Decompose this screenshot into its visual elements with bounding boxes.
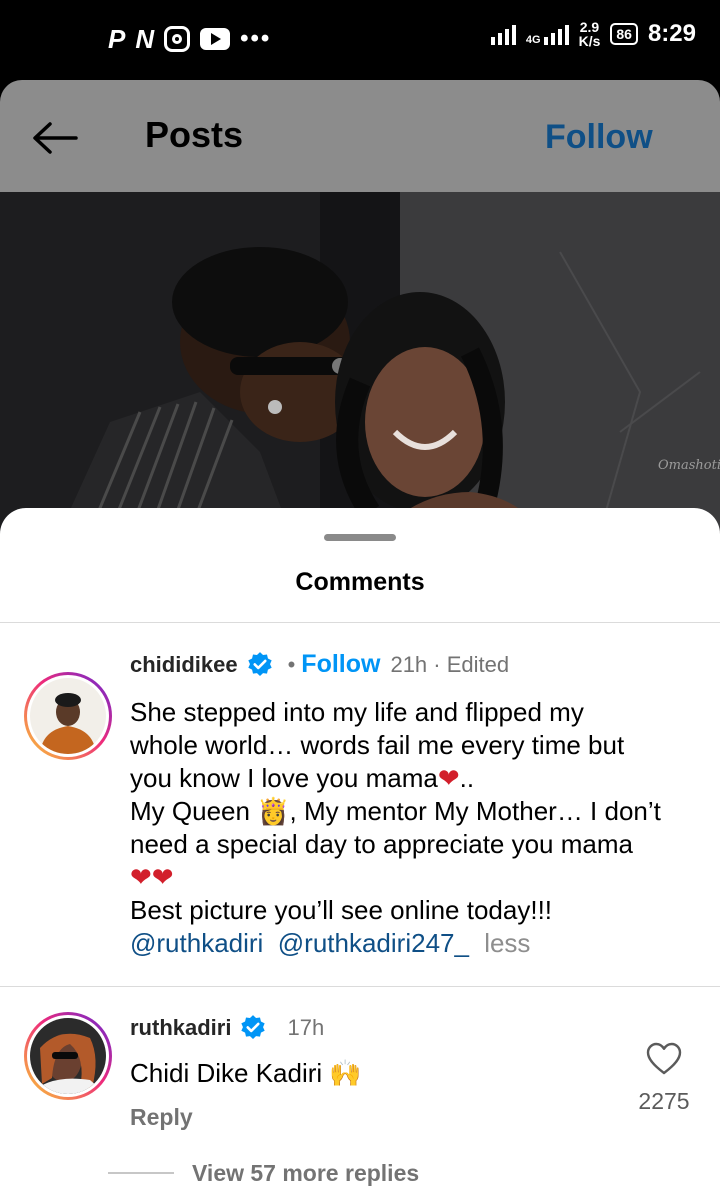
- comment-line-with-emoji: My Queen 👸, My mentor My Mother… I don’t: [130, 795, 700, 828]
- verified-badge-icon: [241, 1015, 266, 1039]
- comment-line-with-emoji: you know I love you mama❤..: [130, 762, 700, 795]
- comment-line: need a special day to appreciate you mam…: [130, 829, 633, 859]
- less-toggle[interactable]: less: [484, 928, 530, 958]
- mentions-line: @ruthkadiri @ruthkadiri247_ less: [130, 927, 700, 960]
- network-type: 4G: [525, 34, 541, 46]
- instagram-icon: [164, 26, 191, 52]
- app-header: Posts Follow: [0, 80, 720, 192]
- comment-line: She stepped into my life and flipped my: [130, 697, 584, 727]
- hearts-line: ❤❤: [130, 861, 700, 894]
- comments-sheet: Comments chididikee • Follow 21h · Edite…: [0, 508, 720, 1200]
- network-indicator: 4G: [525, 23, 569, 46]
- comment-line: whole world… words fail me every time bu…: [130, 730, 625, 760]
- heart-icon[interactable]: [646, 1042, 682, 1076]
- red-heart-emoji: ❤: [151, 862, 174, 892]
- mention-link[interactable]: @ruthkadiri247_: [278, 928, 469, 958]
- username[interactable]: chididikee: [130, 652, 238, 678]
- avatar-image: [30, 1018, 106, 1094]
- comment-text-fragment: My Queen: [130, 796, 258, 826]
- sheet-title: Comments: [295, 568, 425, 596]
- clock: 8:29: [647, 20, 696, 47]
- mention-link[interactable]: @ruthkadiri: [130, 928, 263, 958]
- comment-header: chididikee • Follow 21h · Edited: [130, 650, 509, 679]
- separator-dot: •: [287, 651, 296, 677]
- reply-button[interactable]: Reply: [130, 1104, 193, 1131]
- comment-divider: [0, 986, 720, 987]
- battery-icon: 86: [610, 23, 638, 45]
- comment-text: She stepped into my life and flipped my …: [130, 696, 700, 960]
- signal-icon-2: [543, 23, 569, 45]
- comment-meta: 21h · Edited: [390, 651, 510, 677]
- data-speed: 2.9 K/s: [579, 20, 601, 48]
- comment-text-fragment: Chidi Dike Kadiri: [130, 1058, 330, 1088]
- title-divider: [0, 622, 720, 623]
- back-arrow-icon[interactable]: [30, 118, 80, 158]
- youtube-icon: [200, 28, 231, 50]
- app-n-icon: N: [135, 24, 155, 54]
- comment-text-fragment: ..: [459, 763, 475, 793]
- red-heart-emoji: ❤: [437, 763, 460, 793]
- system-indicators: 4G 2.9 K/s 86 8:29: [490, 20, 696, 48]
- avatar[interactable]: [24, 672, 112, 760]
- signal-icon: [490, 23, 516, 45]
- view-more-replies-button[interactable]: View 57 more replies: [192, 1160, 419, 1187]
- comment-meta: 17h: [287, 1015, 325, 1040]
- drag-handle[interactable]: [324, 534, 396, 541]
- overflow-dots: •••: [240, 25, 272, 52]
- queen-emoji: 👸: [257, 796, 290, 826]
- page-title: Posts: [145, 114, 244, 155]
- photo-watermark: Omashotit: [658, 458, 720, 473]
- raising-hands-emoji: 🙌: [329, 1058, 362, 1088]
- speed-value: 2.9: [579, 19, 600, 35]
- username[interactable]: ruthkadiri: [130, 1015, 231, 1041]
- photo-illustration: [0, 192, 720, 532]
- post-photo: Omashotit: [0, 192, 720, 532]
- replies-divider: [108, 1172, 174, 1174]
- avatar-image: [30, 678, 106, 754]
- comment-text-fragment: you know I love you mama: [130, 763, 438, 793]
- header-follow-button[interactable]: Follow: [545, 118, 653, 157]
- verified-badge-icon: [247, 651, 272, 676]
- comment-text-fragment: , My mentor My Mother… I don’t: [289, 796, 661, 826]
- speed-unit: K/s: [578, 33, 601, 49]
- comment-line: Best picture you’ll see online today!!!: [130, 895, 553, 925]
- notification-icons: P N •••: [108, 24, 271, 54]
- red-heart-emoji: ❤: [130, 862, 152, 892]
- like-count: 2275: [638, 1088, 690, 1114]
- comment-text: Chidi Dike Kadiri 🙌: [130, 1058, 362, 1089]
- pinterest-icon: P: [108, 24, 126, 54]
- comment-header: ruthkadiri 17h: [130, 1014, 324, 1042]
- avatar[interactable]: [24, 1012, 112, 1100]
- status-bar: P N ••• 4G 2.9 K/s 86 8:29: [0, 0, 720, 80]
- comment-follow-button[interactable]: Follow: [301, 650, 380, 679]
